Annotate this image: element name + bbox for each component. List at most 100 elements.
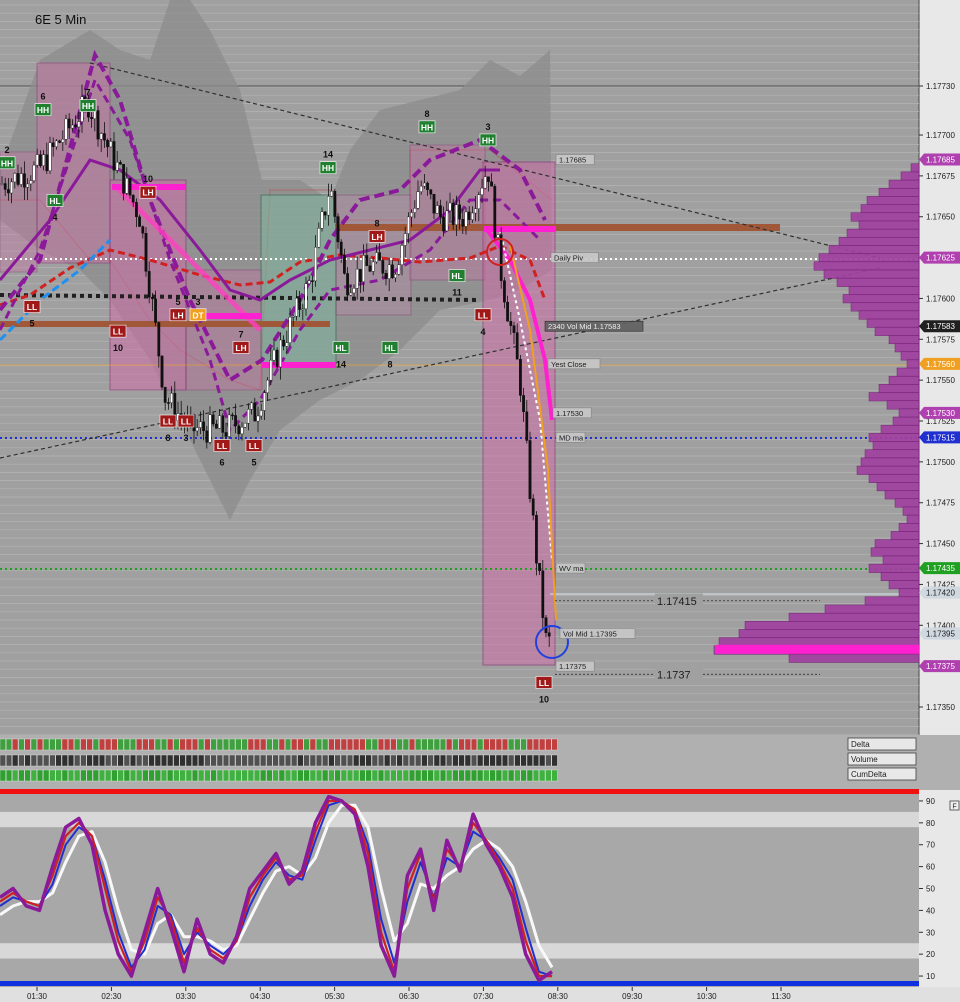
candle-body xyxy=(384,273,388,280)
candle-body xyxy=(365,255,369,266)
candle-body xyxy=(125,178,129,194)
strip-cell xyxy=(409,769,416,782)
strip-cell xyxy=(514,754,521,767)
panel-label-delta[interactable]: Delta xyxy=(847,737,917,751)
candle-body xyxy=(234,415,237,427)
candle-body xyxy=(397,264,401,275)
time-tick-label: 05:30 xyxy=(325,992,346,1001)
strip-cell xyxy=(67,754,74,767)
candle-body xyxy=(26,183,29,188)
strip-cell xyxy=(433,769,440,782)
svg-text:HH: HH xyxy=(482,135,494,145)
profile-bar xyxy=(876,482,920,492)
strip-cell xyxy=(309,769,316,782)
svg-text:WV ma: WV ma xyxy=(559,564,584,573)
strip-cell xyxy=(222,769,229,782)
panel-f-button[interactable]: F xyxy=(949,800,960,811)
price-tick-label: 1.17475 xyxy=(926,499,955,508)
profile-bar xyxy=(906,514,920,524)
strip-cell xyxy=(446,738,453,751)
candle-body xyxy=(170,392,173,403)
strip-cell xyxy=(551,754,558,767)
candle-body xyxy=(362,255,365,283)
panel-label-volume[interactable]: Volume xyxy=(847,752,917,766)
price-highlight-label: 1.17375 xyxy=(926,662,955,671)
profile-bar xyxy=(850,302,920,312)
svg-text:1.17685: 1.17685 xyxy=(559,156,586,165)
candle-body xyxy=(10,181,13,194)
swing-count: 10 xyxy=(113,343,123,353)
profile-bar xyxy=(888,335,920,345)
strip-cell xyxy=(247,738,254,751)
strip-cell xyxy=(334,769,341,782)
swing-count: 3 xyxy=(195,297,200,307)
candle-body xyxy=(64,118,68,140)
strip-cell xyxy=(12,754,19,767)
strip-cell xyxy=(167,769,174,782)
strip-cell xyxy=(74,769,81,782)
price-chart[interactable]: HH 7 HH 6 HH 2 HL 4 LH 10 LL 5 LL 10 LH 5 DT 3 LL 8 LL 3 LL 6 LL… xyxy=(0,0,960,1002)
strip-cell xyxy=(483,769,490,782)
candle-body xyxy=(464,211,468,227)
strip-cell xyxy=(98,769,105,782)
swing-label-ll: LL xyxy=(474,308,492,322)
candle-body xyxy=(272,349,276,361)
candle-body xyxy=(535,515,538,564)
strip-cell xyxy=(464,738,471,751)
swing-count: 10 xyxy=(143,174,153,184)
osc-tick-label: 30 xyxy=(926,928,935,937)
candle-body xyxy=(39,154,42,166)
candle-body xyxy=(32,164,36,181)
svg-text:LL: LL xyxy=(249,441,259,451)
panel-label-cumdelta[interactable]: CumDelta xyxy=(847,767,917,781)
swing-count: 5 xyxy=(175,297,180,307)
candle-body xyxy=(205,430,209,443)
strip-cell xyxy=(67,738,74,751)
svg-text:LL: LL xyxy=(27,302,37,312)
price-highlight-label: 1.17685 xyxy=(926,156,955,165)
strip-cell xyxy=(384,738,391,751)
profile-bar xyxy=(882,555,920,565)
annotation: 1.17375 xyxy=(555,660,595,672)
svg-text:LL: LL xyxy=(163,417,173,427)
swing-label-hh: HH xyxy=(319,161,337,175)
strip-cell xyxy=(371,738,378,751)
strip-cell xyxy=(0,738,6,751)
candle-body xyxy=(48,142,52,172)
strip-cell xyxy=(359,769,366,782)
profile-bar xyxy=(898,588,920,598)
profile-bar xyxy=(894,498,920,508)
candle-body xyxy=(112,141,116,171)
svg-text:LH: LH xyxy=(142,188,153,198)
strip-cell xyxy=(173,738,180,751)
strip-cell xyxy=(502,738,509,751)
osc-tick-label: 50 xyxy=(926,885,935,894)
candle-body xyxy=(474,208,477,214)
strip-cell xyxy=(111,738,118,751)
strip-cell xyxy=(303,754,310,767)
profile-bar xyxy=(788,612,920,622)
strip-cell xyxy=(67,769,74,782)
strip-cell xyxy=(30,769,37,782)
time-tick-label: 03:30 xyxy=(176,992,197,1001)
strip-cell xyxy=(185,738,192,751)
strip-cell xyxy=(136,754,143,767)
strip-cell xyxy=(291,754,298,767)
swing-count: 8 xyxy=(387,359,392,369)
profile-bar xyxy=(813,261,920,271)
candle-body xyxy=(301,308,305,311)
strip-cell xyxy=(285,754,292,767)
strip-cell xyxy=(533,738,540,751)
profile-bar xyxy=(898,522,920,532)
svg-text:LL: LL xyxy=(478,310,488,320)
annotation: Daily Piv xyxy=(550,252,599,263)
strip-cell xyxy=(539,769,546,782)
strip-cell xyxy=(452,754,459,767)
candle-body xyxy=(195,427,199,432)
strip-cell xyxy=(477,769,484,782)
candle-body xyxy=(275,349,279,368)
strip-cell xyxy=(427,769,434,782)
strip-cell xyxy=(253,738,260,751)
candle-body xyxy=(214,423,218,429)
candle-body xyxy=(522,395,526,412)
